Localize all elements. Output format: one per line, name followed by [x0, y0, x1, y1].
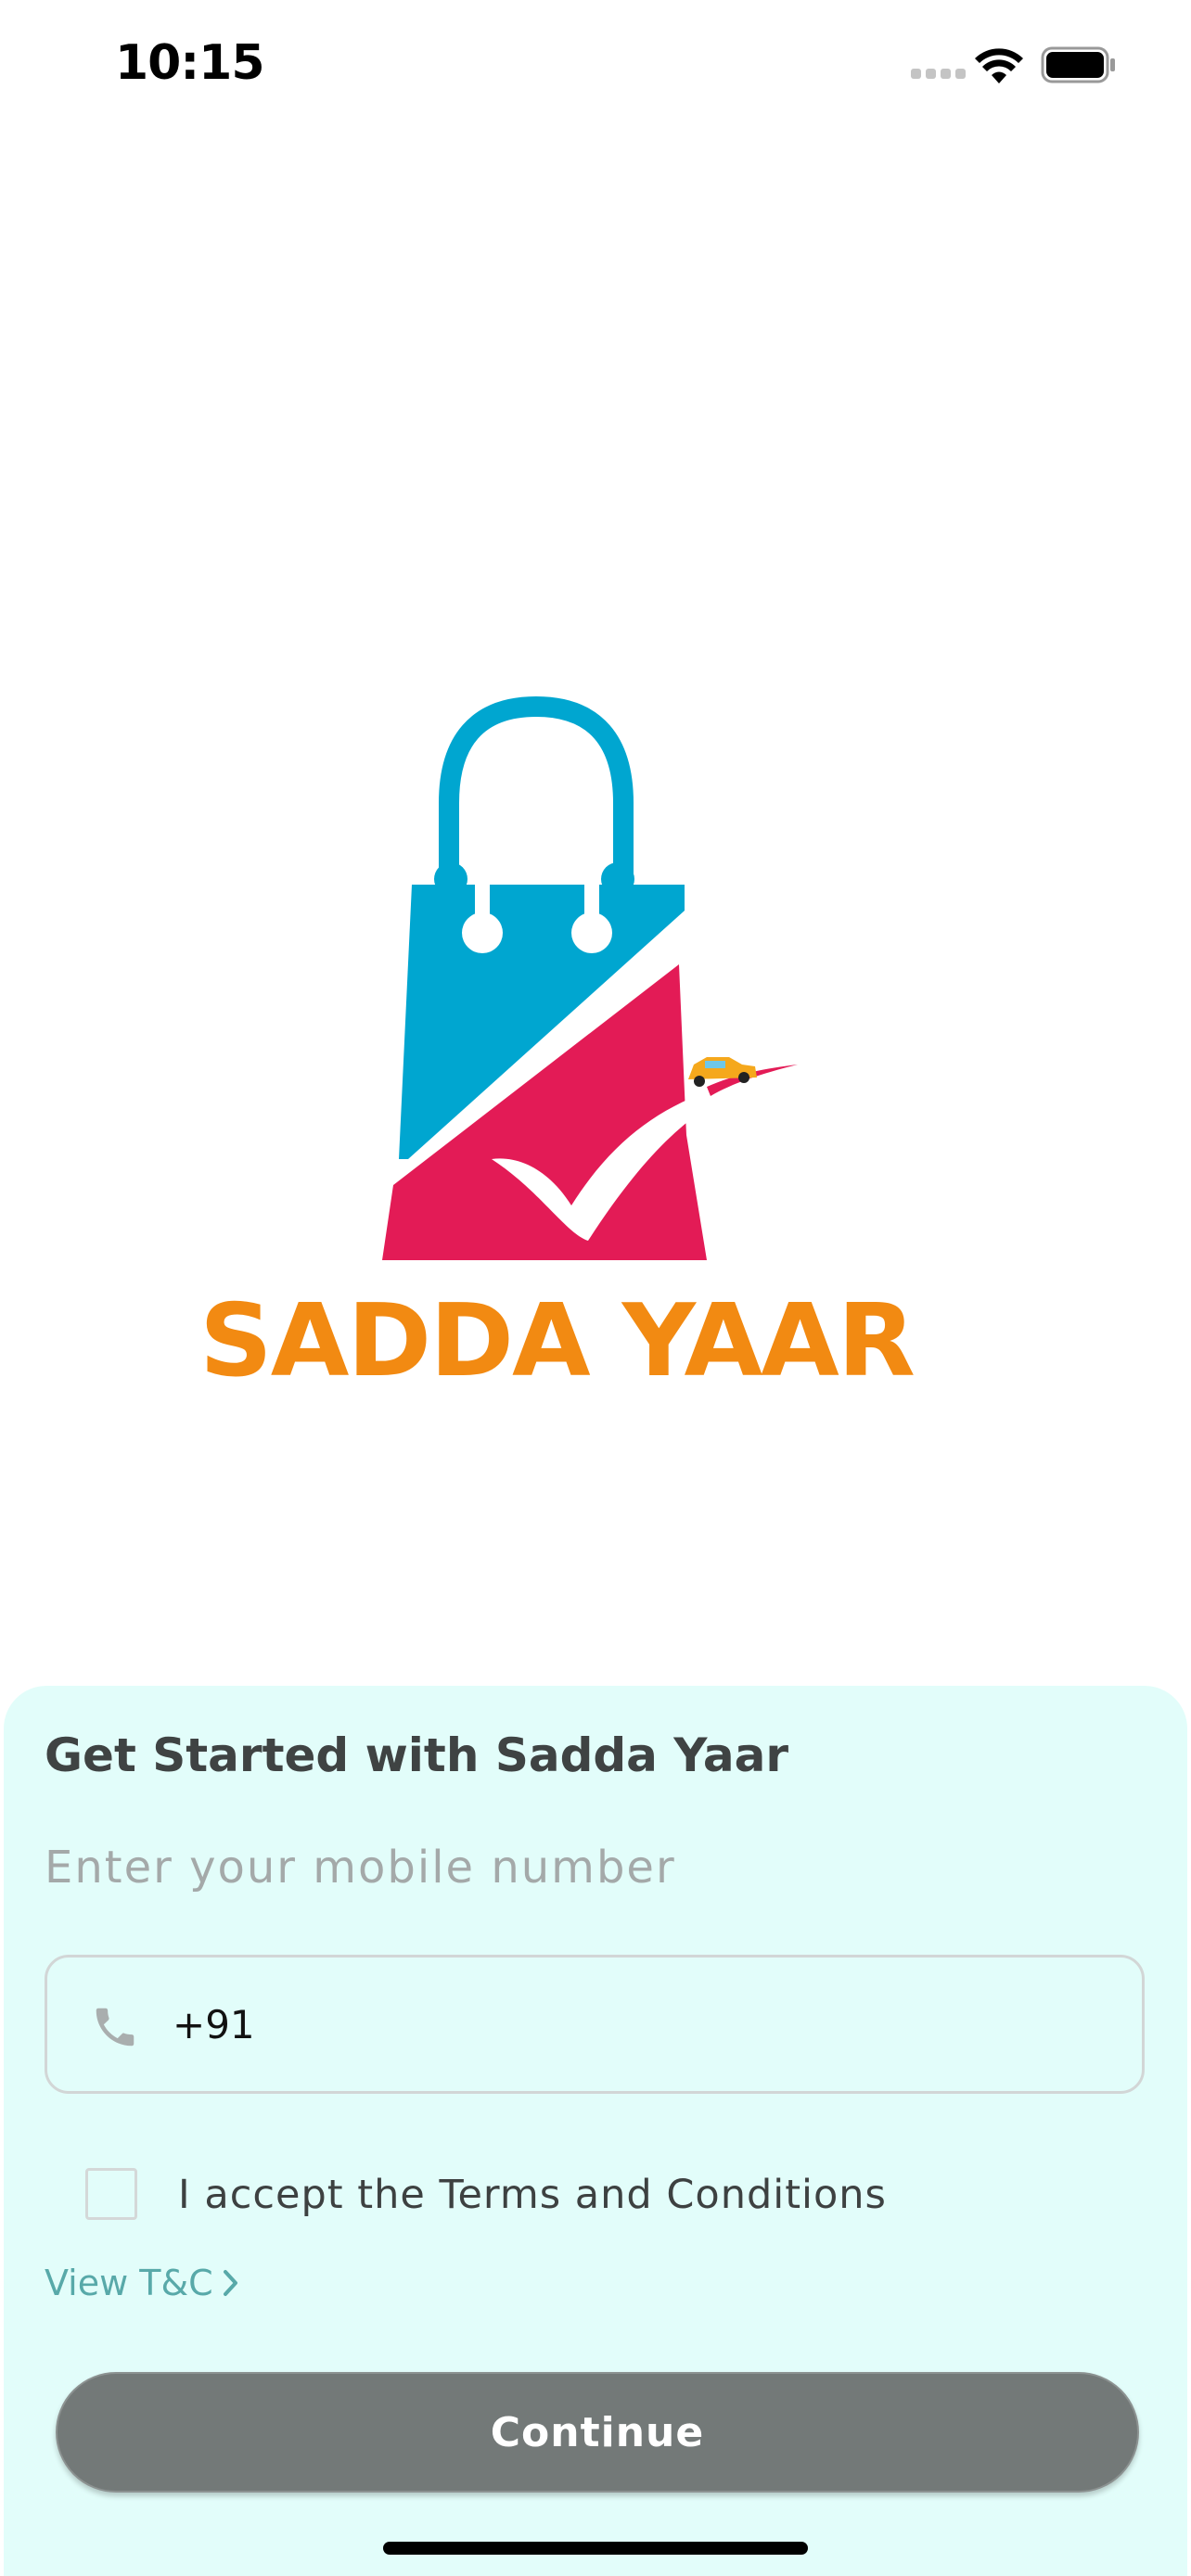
status-time: 10:15: [115, 35, 265, 91]
logo-brand-text: SADDA YAAR: [199, 1283, 914, 1398]
battery-icon: [1041, 46, 1115, 83]
status-bar: 10:15: [0, 0, 1191, 130]
wifi-icon: [975, 48, 1023, 83]
login-sheet: Get Started with Sadda Yaar Enter your m…: [4, 1686, 1187, 2576]
terms-label: I accept the Terms and Conditions: [178, 2172, 887, 2218]
terms-checkbox[interactable]: [85, 2168, 137, 2220]
phone-input[interactable]: [261, 1985, 1118, 2071]
sheet-subtitle: Enter your mobile number: [45, 1842, 676, 1894]
view-terms-link[interactable]: View T&C: [45, 2263, 241, 2303]
sadda-yaar-logo: SADDA YAAR: [199, 695, 916, 1398]
view-terms-label: View T&C: [45, 2263, 213, 2303]
chevron-right-icon: [223, 2270, 237, 2296]
phone-number-field[interactable]: +91: [45, 1955, 1145, 2094]
sheet-title: Get Started with Sadda Yaar: [45, 1728, 789, 1782]
home-indicator: [383, 2542, 808, 2555]
signal-icon: [911, 69, 966, 79]
phone-icon: [96, 2008, 134, 2047]
continue-button[interactable]: Continue: [56, 2372, 1139, 2493]
country-code: +91: [173, 2002, 255, 2047]
